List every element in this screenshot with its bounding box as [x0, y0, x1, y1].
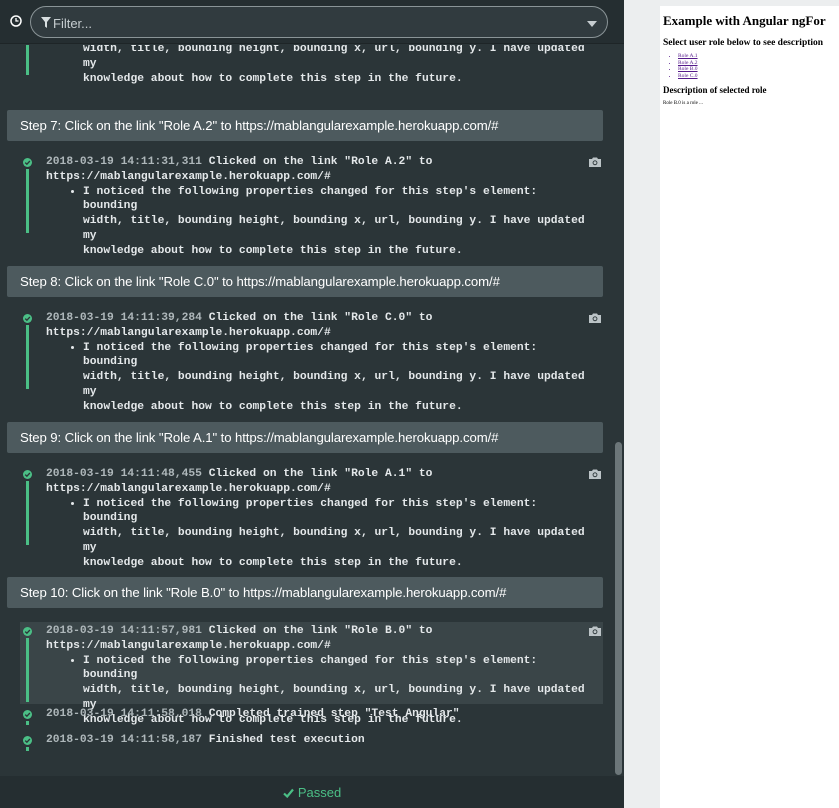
log-entry-partial: width, title, bounding height, bounding …: [20, 45, 603, 85]
log-message: Clicked on the link "Role A.1" to: [208, 468, 433, 480]
entry-bullet-line: knowledge about how to complete this ste…: [83, 72, 463, 85]
preview-page: Example with Angular ngFor Select user r…: [660, 6, 839, 808]
description-heading: Description of selected role: [663, 85, 767, 95]
log-entry: 2018-03-19 14:11:31,311 Clicked on the l…: [20, 155, 603, 257]
log-timestamp: 2018-03-19 14:11:31,311: [46, 156, 202, 168]
step-header-9[interactable]: Step 9: Click on the link "Role A.1" to …: [7, 422, 603, 453]
check-circle-icon: [23, 627, 32, 636]
checkmark-icon: [283, 788, 294, 798]
log-detail-item: I noticed the following properties chang…: [83, 497, 591, 571]
log-detail-item: I noticed the following properties chang…: [83, 341, 591, 415]
log-entry: 2018-03-19 14:11:39,284 Clicked on the l…: [20, 311, 603, 413]
log-url: https://mablangularexample.herokuapp.com…: [46, 482, 331, 495]
camera-icon[interactable]: [589, 469, 601, 479]
log-details: I noticed the following properties chang…: [46, 185, 591, 259]
check-circle-icon: [23, 470, 32, 479]
camera-icon[interactable]: [589, 157, 601, 167]
log-url: https://mablangularexample.herokuapp.com…: [46, 326, 331, 339]
step-header-8[interactable]: Step 8: Click on the link "Role C.0" to …: [7, 266, 603, 297]
toolbar: [0, 0, 624, 44]
role-list: Role A.1 Role A.2 Role B.0 Role C.0: [663, 53, 836, 79]
entry-connector: [26, 45, 29, 75]
log-url: https://mablangularexample.herokuapp.com…: [46, 170, 331, 183]
test-log-panel: width, title, bounding height, bounding …: [0, 0, 624, 808]
log-entry-finished: 2018-03-19 14:11:58,187 Finished test ex…: [20, 733, 603, 751]
check-circle-icon: [23, 158, 32, 167]
log-message: Finished test execution: [208, 734, 365, 746]
log-details: I noticed the following properties chang…: [46, 341, 591, 415]
log-scroll-area[interactable]: width, title, bounding height, bounding …: [0, 45, 613, 776]
role-description: Role B.0 is a role ...: [663, 101, 703, 106]
chevron-down-icon[interactable]: [587, 21, 597, 27]
log-timestamp: 2018-03-19 14:11:57,981: [46, 625, 202, 637]
log-timestamp: 2018-03-19 14:11:58,187: [46, 734, 202, 746]
filter-input[interactable]: [53, 13, 573, 33]
log-entry-selected[interactable]: 2018-03-19 14:11:57,981 Clicked on the l…: [20, 622, 603, 726]
entry-connector: [26, 481, 29, 545]
entry-bullet-line: width, title, bounding height, bounding …: [83, 45, 585, 70]
filter-dropdown[interactable]: [30, 6, 608, 38]
step-header-7[interactable]: Step 7: Click on the link "Role A.2" to …: [7, 110, 603, 141]
preview-title: Example with Angular ngFor: [663, 13, 826, 28]
log-timestamp: 2018-03-19 14:11:39,284: [46, 312, 202, 324]
check-circle-icon: [23, 314, 32, 323]
entry-connector: [26, 638, 29, 702]
log-entry-completed: 2018-03-19 14:11:58,018 Completed traine…: [20, 707, 603, 725]
log-message: Clicked on the link "Role C.0" to: [208, 312, 433, 324]
camera-icon[interactable]: [589, 626, 601, 636]
camera-icon[interactable]: [589, 313, 601, 323]
log-detail-item: I noticed the following properties chang…: [83, 185, 591, 259]
check-circle-icon: [23, 736, 32, 745]
clock-icon[interactable]: [10, 15, 22, 27]
role-link[interactable]: Role C.0: [678, 73, 836, 80]
status-footer: Passed: [0, 776, 624, 808]
log-url: https://mablangularexample.herokuapp.com…: [46, 639, 331, 652]
filter-icon: [41, 17, 51, 28]
log-details: I noticed the following properties chang…: [46, 497, 591, 571]
log-entry: 2018-03-19 14:11:48,455 Clicked on the l…: [20, 467, 603, 569]
preview-subtitle: Select user role below to see descriptio…: [663, 38, 824, 48]
scrollbar[interactable]: [613, 45, 624, 776]
log-message: Clicked on the link "Role B.0" to: [208, 625, 433, 637]
check-circle-icon: [23, 710, 32, 719]
status-label: Passed: [297, 785, 342, 800]
entry-connector: [26, 169, 29, 233]
log-timestamp: 2018-03-19 14:11:48,455: [46, 468, 202, 480]
log-message: Completed trained step "Test Angular": [208, 708, 460, 720]
step-header-10[interactable]: Step 10: Click on the link "Role B.0" to…: [7, 577, 603, 608]
scrollbar-thumb[interactable]: [615, 442, 622, 775]
page-preview-panel: Example with Angular ngFor Select user r…: [624, 0, 839, 808]
log-timestamp: 2018-03-19 14:11:58,018: [46, 708, 202, 720]
log-message: Clicked on the link "Role A.2" to: [208, 156, 433, 168]
entry-connector: [26, 325, 29, 389]
